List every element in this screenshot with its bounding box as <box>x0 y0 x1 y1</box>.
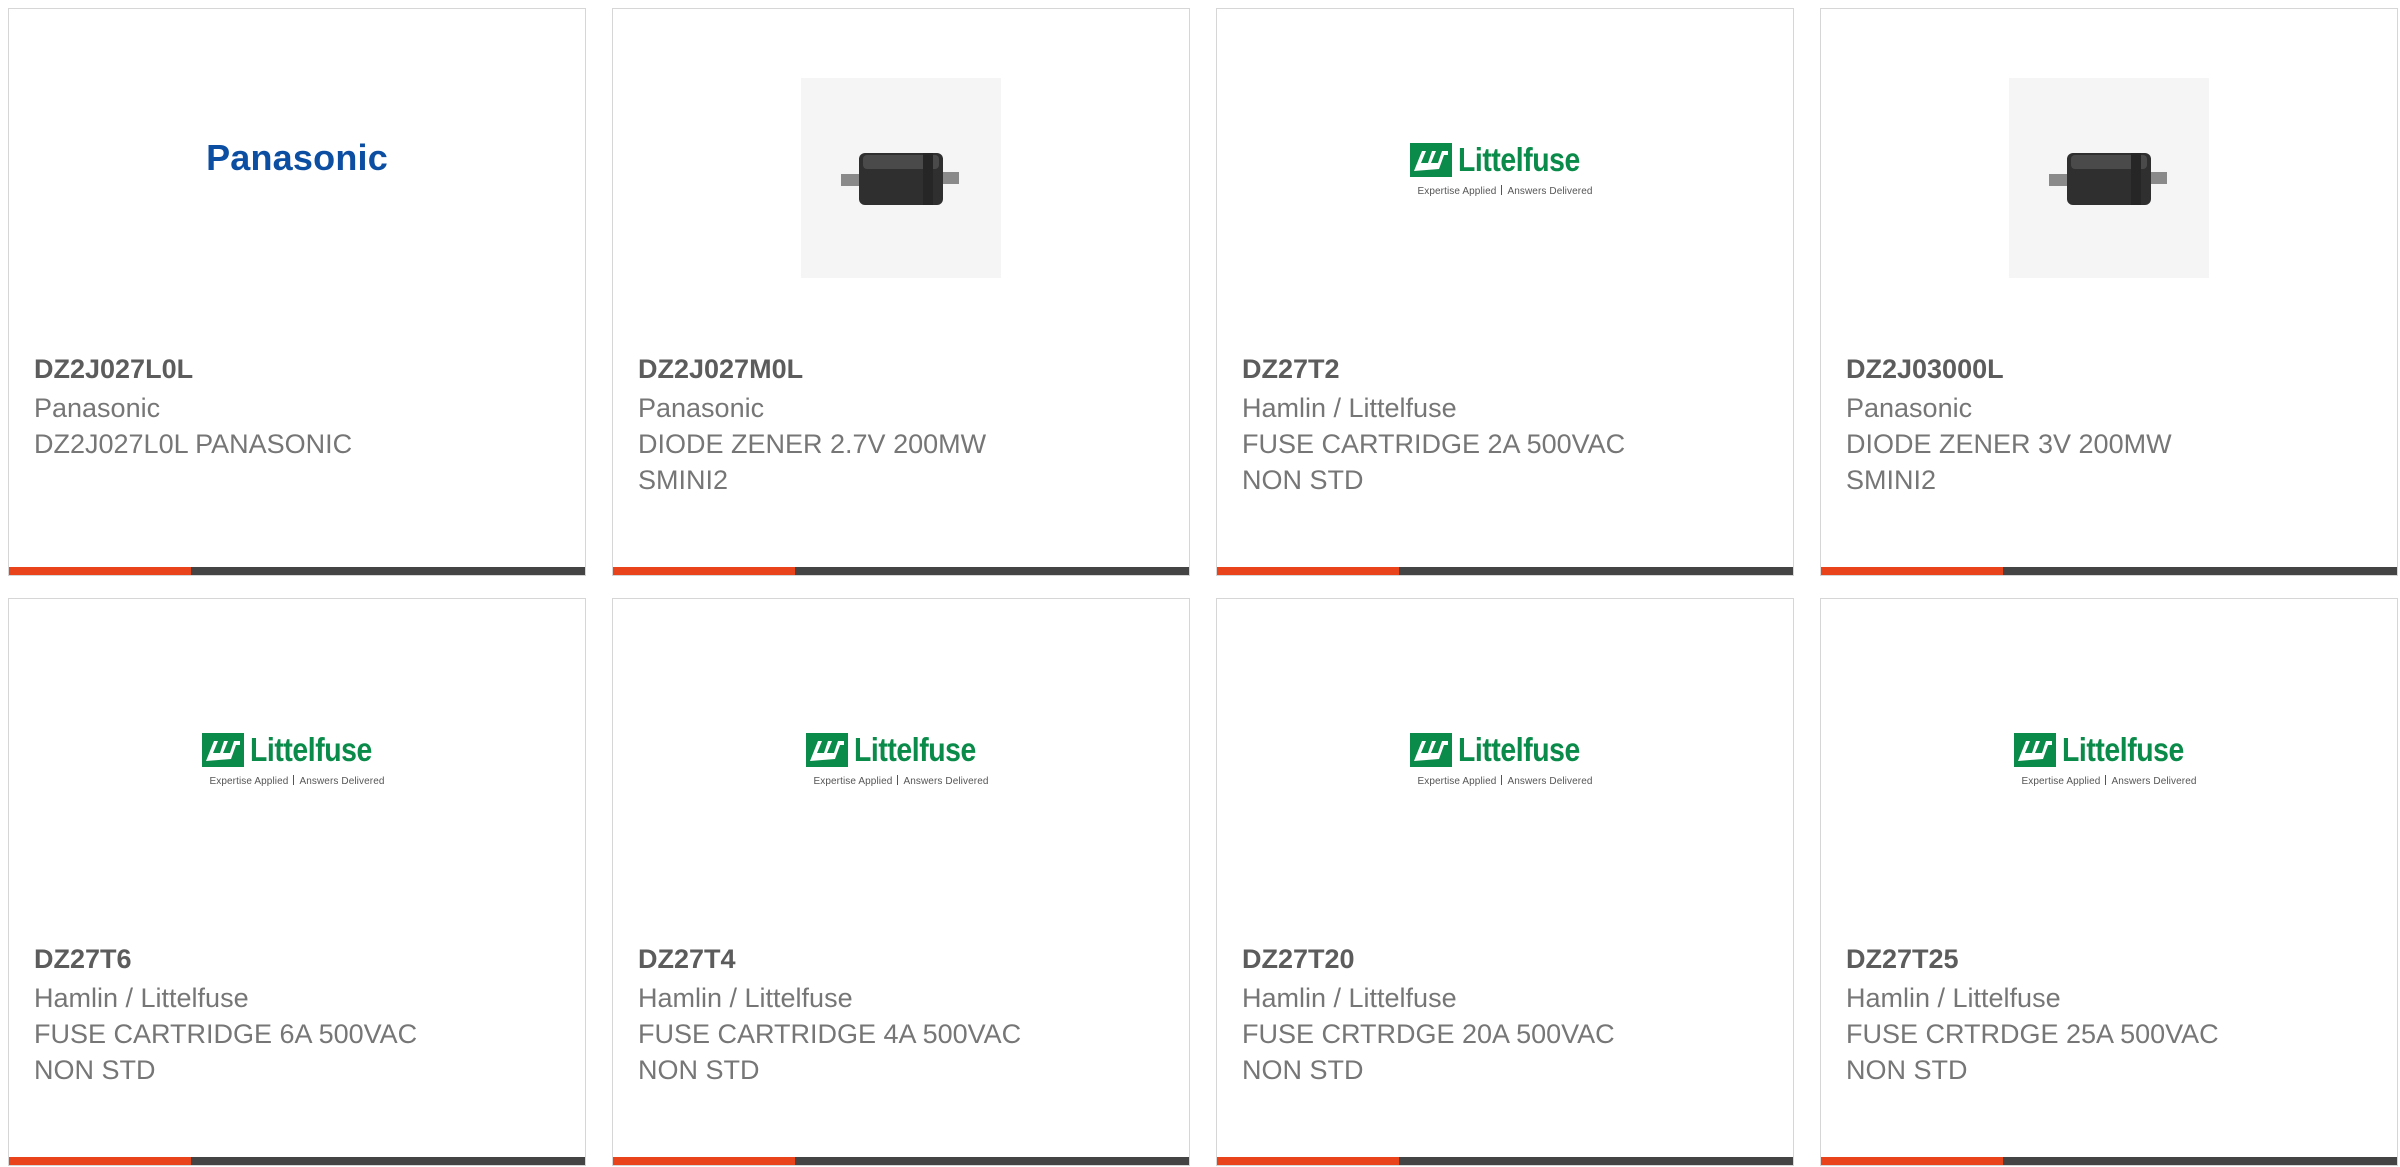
diode-product-image <box>2009 78 2209 278</box>
product-info: DZ27T4 Hamlin / Littelfuse FUSE CARTRIDGE … <box>638 944 1169 1088</box>
product-grid: Panasonic DZ2J027L0L Panasonic DZ2J027L0L P… <box>0 0 2400 1167</box>
product-image-area[interactable]: Littelfuse Expertise Applied Answers Deliv… <box>613 599 1189 929</box>
card-bottom-bar <box>1821 1157 2397 1165</box>
littelfuse-mark-icon <box>202 733 245 767</box>
littelfuse-wordmark: Littelfuse <box>1458 141 1581 178</box>
product-image-area[interactable]: Littelfuse Expertise Applied Answers Deliv… <box>1217 9 1793 339</box>
product-info: DZ27T20 Hamlin / Littelfuse FUSE CRTRDGE 2… <box>1242 944 1773 1088</box>
description-line: FUSE CRTRDGE 25A 500VAC <box>1846 1019 2219 1049</box>
product-info: DZ2J027M0L Panasonic DIODE ZENER 2.7V 200M… <box>638 354 1169 498</box>
diode-product-image <box>801 78 1001 278</box>
product-info: DZ27T6 Hamlin / Littelfuse FUSE CARTRIDGE … <box>34 944 565 1088</box>
card-bottom-bar <box>1217 567 1793 575</box>
description-line: SMINI2 <box>638 465 729 495</box>
product-info: DZ2J027L0L Panasonic DZ2J027L0L PANASONIC <box>34 354 565 462</box>
product-card[interactable]: DZ2J027M0L Panasonic DIODE ZENER 2.7V 200M… <box>612 8 1190 576</box>
littelfuse-wordmark: Littelfuse <box>250 731 373 768</box>
manufacturer: Hamlin / Littelfuse <box>34 983 249 1013</box>
card-bottom-bar <box>613 567 1189 575</box>
card-accent-bar <box>1217 567 1399 575</box>
littelfuse-tagline: Expertise Applied Answers Delivered <box>1417 775 1593 787</box>
littelfuse-mark-icon <box>2014 733 2057 767</box>
description-line: NON STD <box>1242 1055 1364 1085</box>
littelfuse-logo: Littelfuse Expertise Applied Answers Deliv… <box>2014 731 2204 787</box>
product-card[interactable]: Littelfuse Expertise Applied Answers Deliv… <box>1216 8 1794 576</box>
product-image-area[interactable]: Littelfuse Expertise Applied Answers Deliv… <box>9 599 585 929</box>
card-accent-bar <box>1821 1157 2003 1165</box>
product-card[interactable]: Littelfuse Expertise Applied Answers Deliv… <box>1820 598 2398 1166</box>
part-number[interactable]: DZ2J027L0L <box>34 354 565 384</box>
product-card[interactable]: Panasonic DZ2J027L0L Panasonic DZ2J027L0L P… <box>8 8 586 576</box>
description-line: NON STD <box>1242 465 1364 495</box>
description-line: FUSE CRTRDGE 20A 500VAC <box>1242 1019 1615 1049</box>
littelfuse-wordmark: Littelfuse <box>1458 731 1581 768</box>
product-image-area[interactable]: Littelfuse Expertise Applied Answers Deliv… <box>1217 599 1793 929</box>
part-number[interactable]: DZ27T4 <box>638 944 1169 974</box>
panasonic-logo: Panasonic <box>206 137 388 178</box>
card-accent-bar <box>1217 1157 1399 1165</box>
description-line: FUSE CARTRIDGE 2A 500VAC <box>1242 429 1626 459</box>
product-info: DZ27T2 Hamlin / Littelfuse FUSE CARTRIDGE … <box>1242 354 1773 498</box>
card-accent-bar <box>613 567 795 575</box>
description-line: SMINI2 <box>1846 465 1937 495</box>
product-info: DZ27T25 Hamlin / Littelfuse FUSE CRTRDGE 2… <box>1846 944 2377 1088</box>
manufacturer: Hamlin / Littelfuse <box>1242 393 1457 423</box>
manufacturer: Panasonic <box>1846 393 1973 423</box>
card-accent-bar <box>613 1157 795 1165</box>
description-line: DIODE ZENER 2.7V 200MW <box>638 429 987 459</box>
manufacturer: Hamlin / Littelfuse <box>638 983 853 1013</box>
diode-icon <box>841 153 959 205</box>
part-number[interactable]: DZ27T2 <box>1242 354 1773 384</box>
littelfuse-tagline: Expertise Applied Answers Delivered <box>1417 185 1593 197</box>
description-line: FUSE CARTRIDGE 4A 500VAC <box>638 1019 1022 1049</box>
product-image-area[interactable]: Panasonic <box>9 9 585 339</box>
card-accent-bar <box>1821 567 2003 575</box>
product-info: DZ2J03000L Panasonic DIODE ZENER 3V 200MW S… <box>1846 354 2377 498</box>
part-number[interactable]: DZ27T6 <box>34 944 565 974</box>
littelfuse-tagline: Expertise Applied Answers Delivered <box>813 775 989 787</box>
product-card[interactable]: Littelfuse Expertise Applied Answers Deliv… <box>1216 598 1794 1166</box>
part-number[interactable]: DZ27T20 <box>1242 944 1773 974</box>
card-bottom-bar <box>9 1157 585 1165</box>
product-image-area[interactable]: Littelfuse Expertise Applied Answers Deliv… <box>1821 599 2397 929</box>
card-bottom-bar <box>1821 567 2397 575</box>
part-number[interactable]: DZ27T25 <box>1846 944 2377 974</box>
product-card[interactable]: Littelfuse Expertise Applied Answers Deliv… <box>8 598 586 1166</box>
littelfuse-logo: Littelfuse Expertise Applied Answers Deliv… <box>1410 731 1600 787</box>
part-number[interactable]: DZ2J03000L <box>1846 354 2377 384</box>
description-line: NON STD <box>34 1055 156 1085</box>
description-line: NON STD <box>1846 1055 1968 1085</box>
littelfuse-mark-icon <box>1410 733 1453 767</box>
card-bottom-bar <box>613 1157 1189 1165</box>
card-accent-bar <box>9 567 191 575</box>
product-card[interactable]: Littelfuse Expertise Applied Answers Deliv… <box>612 598 1190 1166</box>
card-bottom-bar <box>1217 1157 1793 1165</box>
description-line: NON STD <box>638 1055 760 1085</box>
littelfuse-mark-icon <box>1410 143 1453 177</box>
littelfuse-logo: Littelfuse Expertise Applied Answers Deliv… <box>1410 141 1600 197</box>
manufacturer: Panasonic <box>34 393 161 423</box>
card-accent-bar <box>9 1157 191 1165</box>
littelfuse-wordmark: Littelfuse <box>2062 731 2185 768</box>
littelfuse-tagline: Expertise Applied Answers Delivered <box>2021 775 2197 787</box>
part-number[interactable]: DZ2J027M0L <box>638 354 1169 384</box>
diode-icon <box>2049 153 2167 205</box>
description-line: FUSE CARTRIDGE 6A 500VAC <box>34 1019 418 1049</box>
description-line: DZ2J027L0L PANASONIC <box>34 429 353 459</box>
littelfuse-logo: Littelfuse Expertise Applied Answers Deliv… <box>202 731 392 787</box>
littelfuse-wordmark: Littelfuse <box>854 731 977 768</box>
manufacturer: Hamlin / Littelfuse <box>1846 983 2061 1013</box>
description-line: DIODE ZENER 3V 200MW <box>1846 429 2172 459</box>
product-image-area[interactable] <box>1821 9 2397 339</box>
manufacturer: Hamlin / Littelfuse <box>1242 983 1457 1013</box>
product-card[interactable]: DZ2J03000L Panasonic DIODE ZENER 3V 200MW S… <box>1820 8 2398 576</box>
manufacturer: Panasonic <box>638 393 765 423</box>
card-bottom-bar <box>9 567 585 575</box>
product-image-area[interactable] <box>613 9 1189 339</box>
littelfuse-tagline: Expertise Applied Answers Delivered <box>209 775 385 787</box>
littelfuse-logo: Littelfuse Expertise Applied Answers Deliv… <box>806 731 996 787</box>
littelfuse-mark-icon <box>806 733 849 767</box>
